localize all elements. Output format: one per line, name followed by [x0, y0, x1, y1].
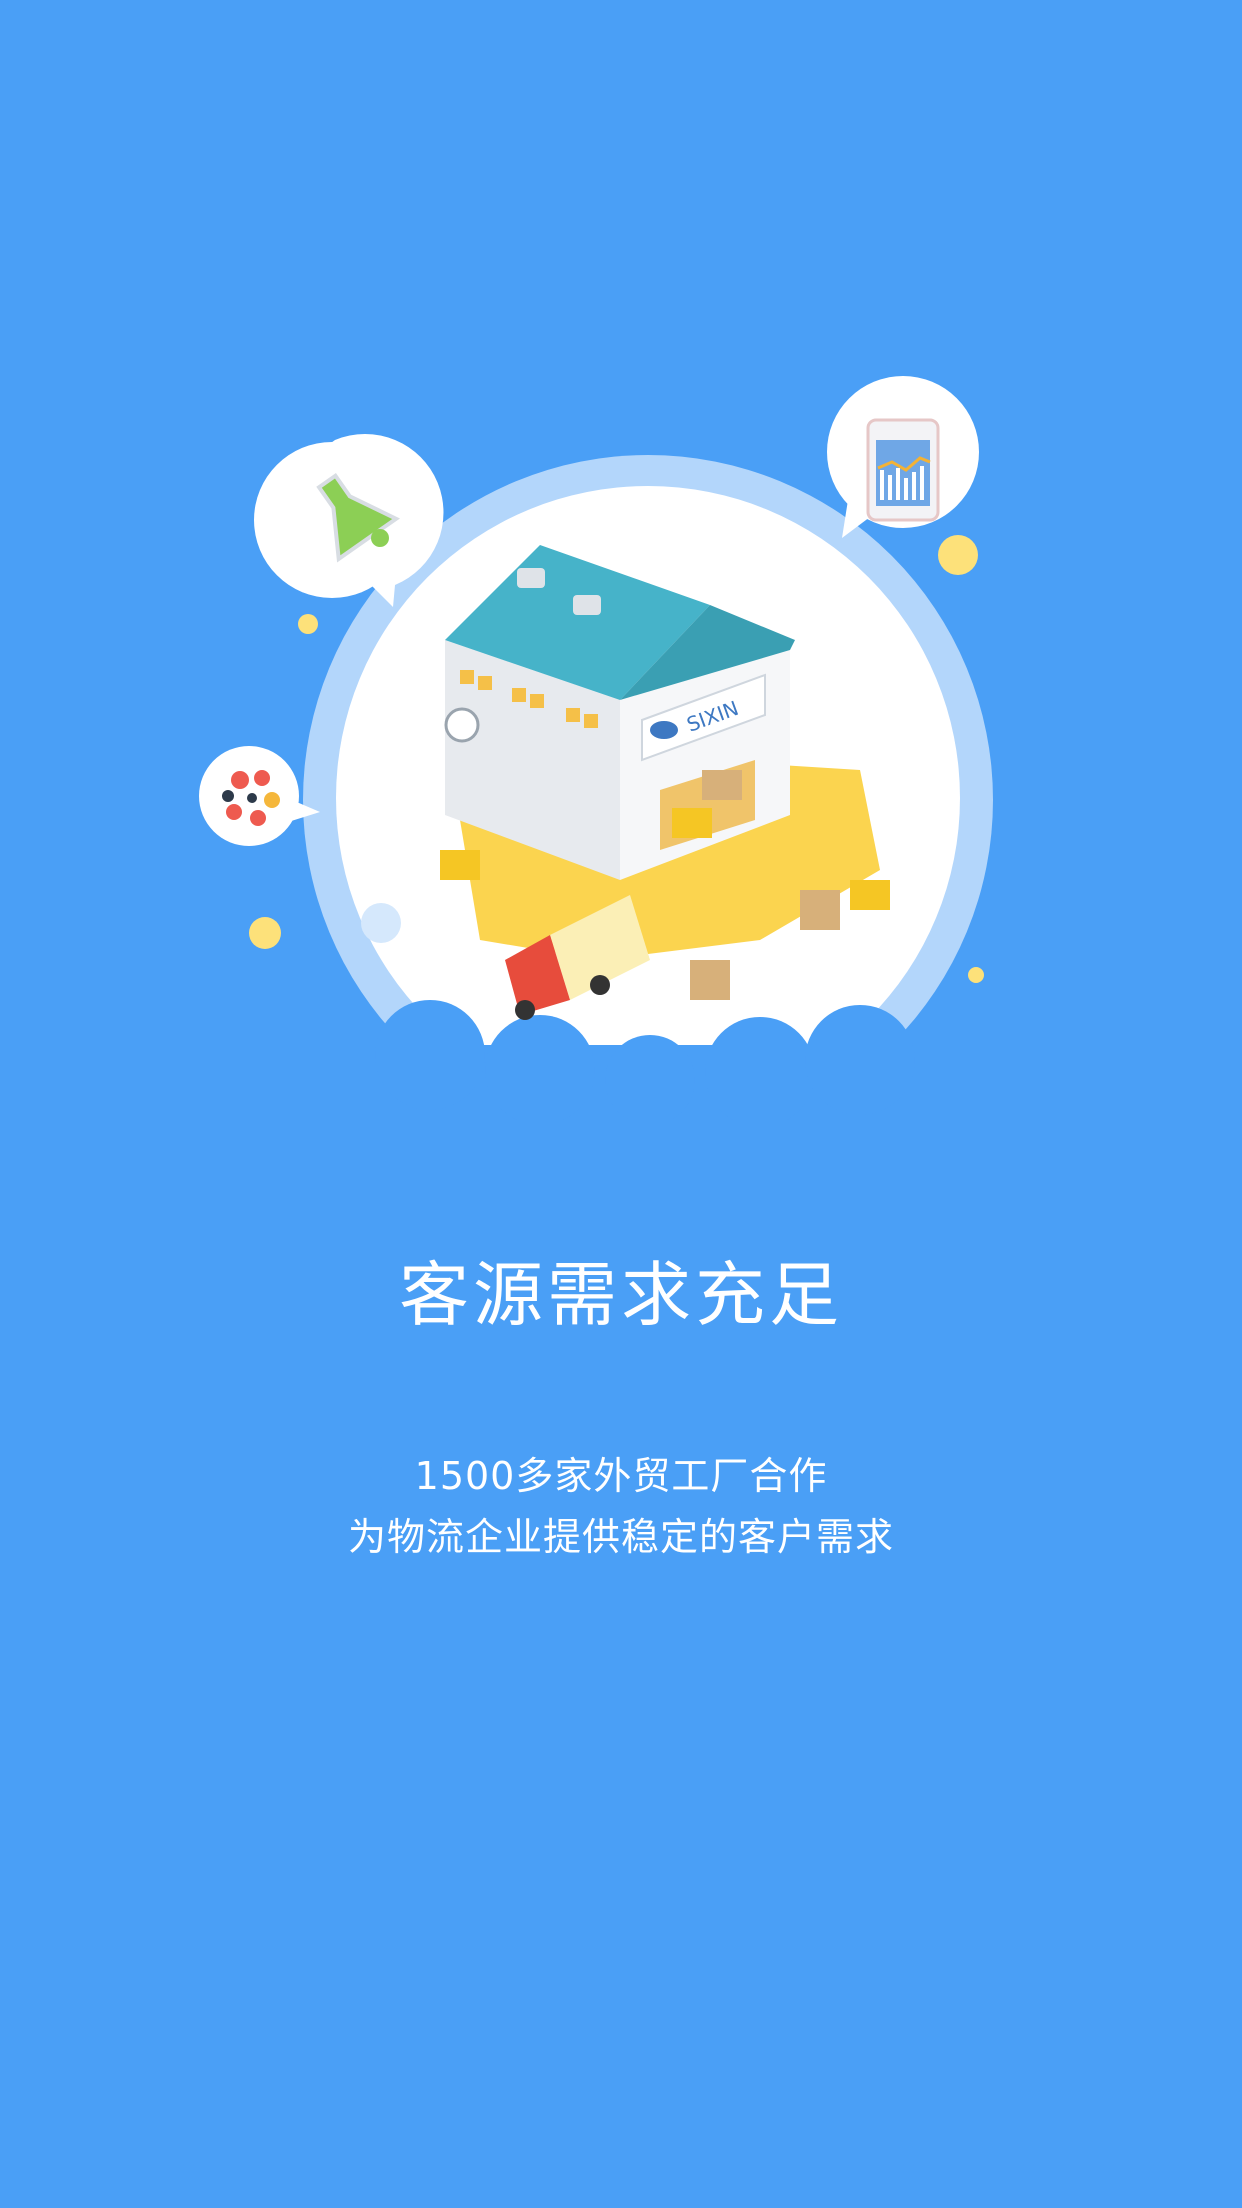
decor-dot [249, 917, 281, 949]
page-title: 客源需求充足 [399, 1254, 843, 1336]
decor-dot [968, 967, 984, 983]
decor-dot [361, 903, 401, 943]
description-line-2: 为物流企业提供稳定的客户需求 [347, 1515, 894, 1559]
decor-dot [298, 614, 318, 634]
onboarding-screen: SIXIN 客源需求充足 1500多家外贸工厂合作 为物流企业提供稳定的客户需求 [0, 0, 1242, 2208]
decor-dot [938, 535, 978, 575]
molecule-icon [199, 746, 320, 846]
description-line-1: 1500多家外贸工厂合作 [414, 1454, 828, 1498]
warehouse-illustration: SIXIN [199, 376, 1000, 1120]
chart-phone-icon [827, 376, 979, 538]
